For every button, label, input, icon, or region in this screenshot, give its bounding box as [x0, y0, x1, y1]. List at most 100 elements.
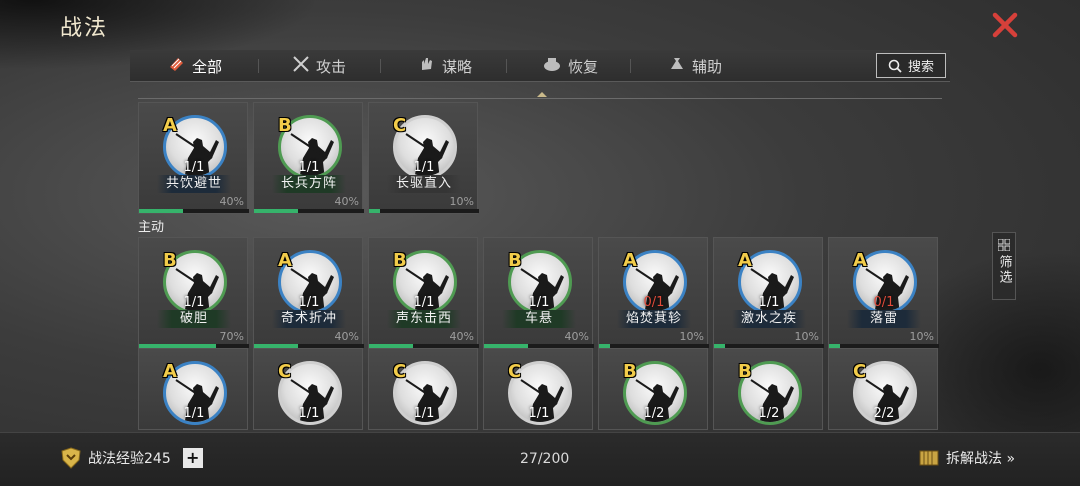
grade-badge: B — [623, 361, 637, 382]
level-text: 2/2 — [873, 406, 895, 421]
tab-label: 攻击 — [316, 57, 347, 76]
progress-percent: 40% — [219, 195, 244, 208]
progress-percent: 10% — [794, 330, 819, 343]
level-text: 1/2 — [758, 406, 780, 421]
progress-percent: 10% — [449, 195, 474, 208]
dismantle-button[interactable]: 拆解战法 » — [918, 447, 1015, 469]
progress-percent: 10% — [909, 330, 934, 343]
grade-badge: C — [278, 361, 292, 382]
skill-card[interactable]: B 1/1 车悬 40% — [483, 237, 594, 349]
progress-percent: 10% — [679, 330, 704, 343]
grade-badge: C — [508, 361, 522, 382]
skill-card[interactable]: B 1/1 声东击西 40% — [368, 237, 479, 349]
skill-name: 破胆 — [157, 310, 231, 328]
exp-label: 战法经验245 — [88, 451, 171, 467]
grade-badge: B — [738, 361, 752, 382]
level-text: 1/1 — [413, 295, 435, 310]
skill-name: 长驱直入 — [387, 175, 461, 193]
skill-name: 车悬 — [502, 310, 576, 328]
tab-strategy[interactable]: 谋略 — [418, 50, 472, 82]
level-text: 1/1 — [528, 406, 550, 421]
progress-bar — [369, 209, 479, 213]
exp-display: 战法经验245 + — [60, 447, 203, 469]
search-label: 搜索 — [907, 60, 934, 75]
grade-badge: B — [508, 250, 522, 271]
progress-bar-fill — [139, 209, 183, 213]
skill-card[interactable]: A 1/1 奇术折冲 40% — [253, 237, 364, 349]
dismantle-label: 拆解战法 » — [946, 451, 1016, 467]
grade-badge: C — [393, 115, 407, 136]
skill-card[interactable]: C 1/1 — [483, 348, 593, 430]
skill-card[interactable]: B 1/1 长兵方阵 40% — [253, 102, 364, 214]
skill-card[interactable]: C 1/1 — [253, 348, 363, 430]
tab-separator — [380, 59, 381, 73]
skill-name: 共饮避世 — [157, 175, 231, 193]
tab-separator — [258, 59, 259, 73]
search-button[interactable]: 搜索 — [876, 53, 946, 78]
tab-separator — [630, 59, 631, 73]
filter-button[interactable]: 筛选 — [992, 232, 1016, 300]
level-text: 0/1 — [873, 295, 895, 310]
divider — [138, 98, 942, 99]
skill-card[interactable]: C 1/1 — [368, 348, 478, 430]
grade-badge: B — [393, 250, 407, 271]
crossed-swords-icon — [292, 55, 310, 77]
level-text: 1/1 — [528, 295, 550, 310]
skill-card[interactable]: A 1/1 共饮避世 40% — [138, 102, 249, 214]
skill-card[interactable]: C 1/1 长驱直入 10% — [368, 102, 479, 214]
tab-support[interactable]: 辅助 — [668, 50, 722, 82]
add-exp-button[interactable]: + — [182, 448, 203, 468]
skill-card[interactable]: A 1/1 激水之疾 10% — [713, 237, 824, 349]
close-button[interactable] — [992, 12, 1018, 38]
progress-bar — [254, 209, 364, 213]
skill-card[interactable]: B 1/2 — [713, 348, 823, 430]
tab-recovery[interactable]: 恢复 — [542, 50, 598, 82]
level-text: 1/2 — [643, 406, 665, 421]
progress-percent: 70% — [219, 330, 244, 343]
grade-badge: B — [278, 115, 292, 136]
grade-badge: C — [393, 361, 407, 382]
scroll-caret-icon — [537, 92, 547, 97]
tab-all[interactable]: 全部 — [168, 50, 222, 82]
tab-label: 全部 — [192, 57, 223, 76]
level-text: 1/1 — [298, 160, 320, 175]
tab-label: 谋略 — [442, 57, 473, 76]
skill-card[interactable]: B 1/2 — [598, 348, 708, 430]
skill-name: 长兵方阵 — [272, 175, 346, 193]
skill-card[interactable]: A 0/1 焰焚萁轸 10% — [598, 237, 709, 349]
pot-icon — [542, 55, 562, 77]
grade-badge: C — [853, 361, 867, 382]
page-title: 战法 — [60, 16, 109, 41]
skill-card[interactable]: B 1/1 破胆 70% — [138, 237, 249, 349]
progress-bar — [139, 209, 249, 213]
filter-label: 筛选 — [996, 255, 1012, 285]
skill-card[interactable]: C 2/2 — [828, 348, 938, 430]
hand-icon — [418, 55, 436, 77]
level-text: 1/1 — [413, 160, 435, 175]
grade-badge: A — [738, 250, 752, 271]
shield-exp-icon — [61, 447, 81, 469]
close-icon — [992, 12, 1018, 38]
skill-card[interactable]: A 1/1 — [138, 348, 248, 430]
skill-name: 焰焚萁轸 — [617, 310, 691, 328]
tab-attack[interactable]: 攻击 — [292, 50, 346, 82]
progress-bar-fill — [254, 209, 298, 213]
level-text: 1/1 — [758, 295, 780, 310]
bottom-bar: 战法经验245 + 27/200 拆解战法 » — [0, 432, 1080, 486]
grade-badge: A — [623, 250, 637, 271]
grade-badge: A — [853, 250, 867, 271]
progress-percent: 40% — [334, 330, 359, 343]
grade-badge: A — [163, 361, 177, 382]
grade-badge: B — [163, 250, 177, 271]
scroll-icon — [168, 55, 186, 77]
grade-badge: A — [163, 115, 177, 136]
progress-bar-fill — [369, 209, 380, 213]
skill-name: 奇术折冲 — [272, 310, 346, 328]
level-text: 1/1 — [183, 295, 205, 310]
skill-card[interactable]: A 0/1 落雷 10% — [828, 237, 939, 349]
skill-count: 27/200 — [520, 451, 570, 467]
section-label-active: 主动 — [138, 220, 165, 235]
progress-percent: 40% — [334, 195, 359, 208]
bag-icon — [668, 55, 686, 77]
progress-percent: 40% — [449, 330, 474, 343]
